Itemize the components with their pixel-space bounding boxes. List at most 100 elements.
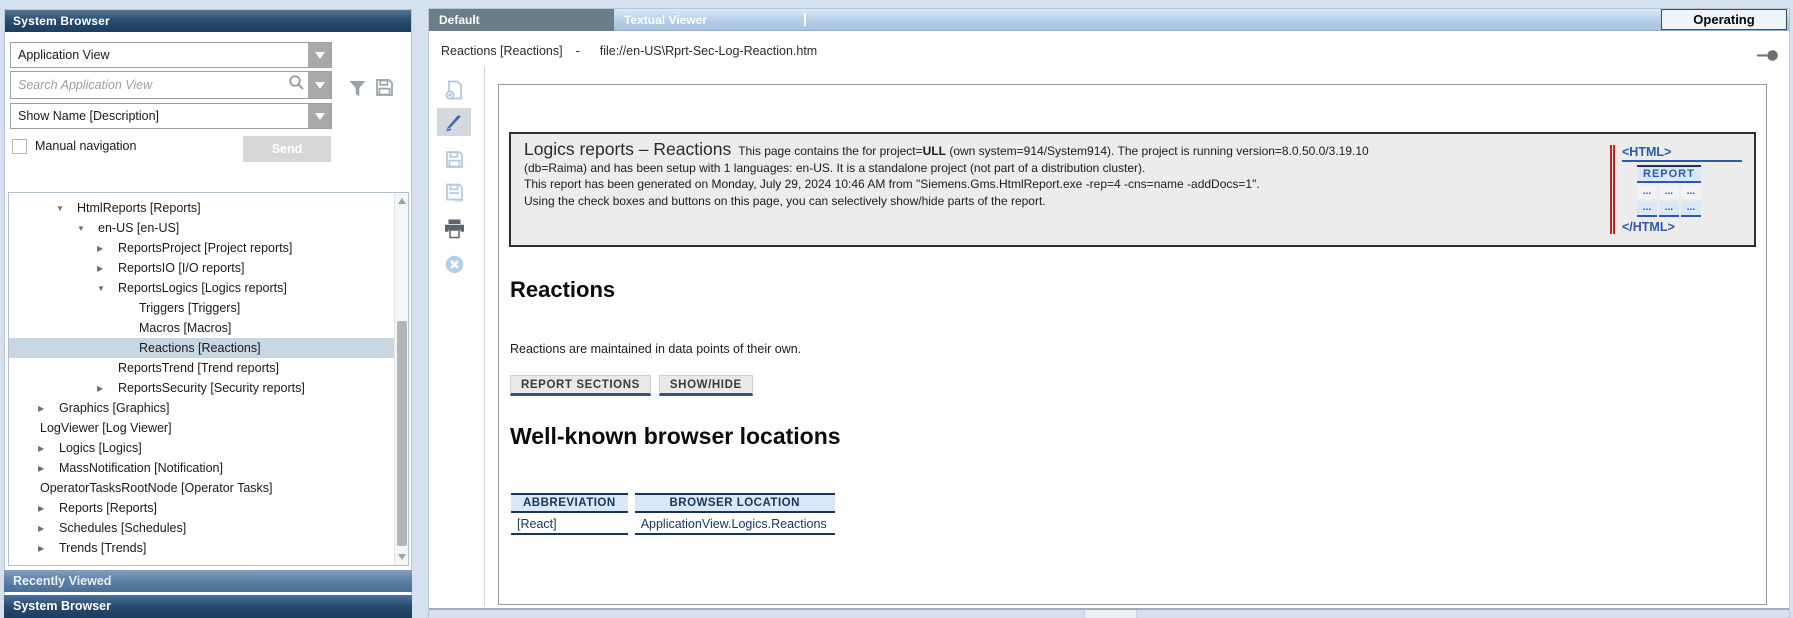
manual-navigation-label: Manual navigation <box>35 139 136 153</box>
display-mode-dropdown[interactable]: Show Name [Description] <box>10 103 332 129</box>
report-line3: This report has been generated on Monday… <box>524 177 1260 191</box>
report-intro-cont: (own system=914/System914). The project … <box>946 144 1369 158</box>
report-line4: Using the check boxes and buttons on thi… <box>524 194 1046 208</box>
scroll-up-icon[interactable] <box>398 198 406 204</box>
edit-pen-icon[interactable] <box>437 108 471 136</box>
recently-viewed-bar[interactable]: Recently Viewed <box>4 570 412 592</box>
pin-icon[interactable] <box>1756 49 1779 67</box>
tree-item[interactable]: ▶ReportsProject [Project reports] <box>9 238 394 258</box>
tree: ▼HtmlReports [Reports]▼en-US [en-US]▶Rep… <box>9 193 394 565</box>
save-icon[interactable] <box>437 144 471 174</box>
legend-cell: ... <box>1681 201 1701 217</box>
tree-expander-icon[interactable]: ▶ <box>38 524 59 533</box>
tab-textual-viewer[interactable]: Textual Viewer <box>614 9 802 31</box>
tree-item-label: en-US [en-US] <box>98 221 179 235</box>
tree-item-label: Reports [Reports] <box>59 501 157 515</box>
tree-scrollbar[interactable] <box>394 193 408 565</box>
view-selector-value: Application View <box>11 43 308 67</box>
tree-item[interactable]: ▶Schedules [Schedules] <box>9 518 394 538</box>
new-report-icon[interactable] <box>437 75 471 105</box>
tree-item[interactable]: ▼en-US [en-US] <box>9 218 394 238</box>
print-icon[interactable] <box>437 213 471 243</box>
view-selector-dropdown[interactable]: Application View <box>10 42 332 68</box>
tree-item[interactable]: LogViewer [Log Viewer] <box>9 418 394 438</box>
tab-default[interactable]: Default <box>429 9 614 31</box>
tree-item-label: Trends [Trends] <box>59 541 146 555</box>
tree-item-label: Macros [Macros] <box>139 321 231 335</box>
report-header-box: Logics reports – ReactionsThis page cont… <box>509 132 1756 247</box>
send-button[interactable]: Send <box>243 136 331 162</box>
operating-button[interactable]: Operating <box>1661 9 1787 30</box>
tree-item[interactable]: ▼HtmlReports [Reports] <box>9 198 394 218</box>
tree-item[interactable]: ▶Reports [Reports] <box>9 498 394 518</box>
system-browser-panel: System Browser Application View Show Nam… <box>4 9 412 618</box>
breadcrumb-object: Reactions [Reactions] <box>441 44 563 58</box>
save-as-icon[interactable] <box>437 177 471 207</box>
tab-bar: Default Textual Viewer <box>429 9 1789 31</box>
report-project-name: ULL <box>923 144 946 158</box>
bottom-edge-bar <box>429 610 1789 618</box>
cell-abbreviation: [React] <box>511 515 628 535</box>
tree-item-label: MassNotification [Notification] <box>59 461 223 475</box>
navigation-tree: ▼HtmlReports [Reports]▼en-US [en-US]▶Rep… <box>8 192 409 566</box>
tree-item[interactable]: ▶ReportsSecurity [Security reports] <box>9 378 394 398</box>
tree-expander-icon[interactable]: ▶ <box>38 504 59 513</box>
tree-item[interactable]: ▶Graphics [Graphics] <box>9 398 394 418</box>
tree-item-label: OperatorTasksRootNode [Operator Tasks] <box>40 481 273 495</box>
tree-expander-icon[interactable]: ▶ <box>97 244 118 253</box>
tree-item-label: Logics [Logics] <box>59 441 142 455</box>
manual-navigation-checkbox[interactable] <box>12 139 27 154</box>
column-header-abbreviation: ABBREVIATION <box>511 493 628 513</box>
report-document: Logics reports – ReactionsThis page cont… <box>498 84 1767 605</box>
search-history-chevron-icon[interactable] <box>308 72 331 98</box>
tree-item[interactable]: Triggers [Triggers] <box>9 298 394 318</box>
legend-report-label: REPORT <box>1637 165 1701 183</box>
table-header-row: ABBREVIATION BROWSER LOCATION <box>511 493 835 513</box>
tree-expander-icon[interactable]: ▼ <box>97 284 118 293</box>
close-icon[interactable] <box>437 249 471 279</box>
column-header-browser-location: BROWSER LOCATION <box>635 493 835 513</box>
tree-expander-icon[interactable]: ▶ <box>38 464 59 473</box>
tree-item[interactable]: ReportsTrend [Trend reports] <box>9 358 394 378</box>
tree-expander-icon[interactable]: ▶ <box>38 544 59 553</box>
search-input[interactable] <box>11 72 288 98</box>
report-sections-button[interactable]: REPORT SECTIONS <box>510 375 651 396</box>
tree-item-label: Triggers [Triggers] <box>139 301 240 315</box>
legend-cell: ... <box>1637 185 1657 199</box>
tree-item[interactable]: ▶Logics [Logics] <box>9 438 394 458</box>
tree-item[interactable]: ▶ReportsIO [I/O reports] <box>9 258 394 278</box>
breadcrumb-separator: - <box>576 44 580 58</box>
tree-item[interactable]: Reactions [Reactions] <box>9 338 394 358</box>
search-icon <box>288 74 305 96</box>
tree-expander-icon[interactable]: ▶ <box>38 444 59 453</box>
legend-cell: ... <box>1659 201 1679 217</box>
search-box[interactable] <box>10 71 332 99</box>
scroll-down-icon[interactable] <box>398 554 406 560</box>
section-title: Reactions <box>510 277 615 303</box>
tree-expander-icon[interactable]: ▼ <box>56 204 77 213</box>
chevron-down-icon[interactable] <box>308 104 331 128</box>
chevron-down-icon[interactable] <box>308 43 331 67</box>
scrollbar-thumb[interactable] <box>397 321 407 546</box>
show-hide-button[interactable]: SHOW/HIDE <box>659 375 753 396</box>
tree-item-label: ReportsTrend [Trend reports] <box>118 361 279 375</box>
tree-item[interactable]: ▶Trends [Trends] <box>9 538 394 558</box>
panel-title: System Browser <box>5 10 411 32</box>
report-header-text: Logics reports – ReactionsThis page cont… <box>524 141 1604 209</box>
tree-expander-icon[interactable]: ▼ <box>77 224 98 233</box>
tree-item[interactable]: Macros [Macros] <box>9 318 394 338</box>
tree-item[interactable]: ▶MassNotification [Notification] <box>9 458 394 478</box>
tree-expander-icon[interactable]: ▶ <box>97 384 118 393</box>
tree-expander-icon[interactable]: ▶ <box>38 404 59 413</box>
save-search-icon[interactable] <box>374 77 395 103</box>
filter-funnel-icon[interactable] <box>348 80 367 103</box>
tree-item[interactable]: ▼ReportsLogics [Logics reports] <box>9 278 394 298</box>
tree-expander-icon[interactable]: ▶ <box>97 264 118 273</box>
section-text: Reactions are maintained in data points … <box>510 342 801 356</box>
system-browser-bar[interactable]: System Browser <box>4 595 412 618</box>
tree-item[interactable]: OperatorTasksRootNode [Operator Tasks] <box>9 478 394 498</box>
report-buttons: REPORT SECTIONS SHOW/HIDE <box>510 375 753 396</box>
report-box-title: Logics reports – Reactions <box>524 139 731 159</box>
table-row: [React] ApplicationView.Logics.Reactions <box>511 515 835 535</box>
tree-item-label: LogViewer [Log Viewer] <box>40 421 172 435</box>
